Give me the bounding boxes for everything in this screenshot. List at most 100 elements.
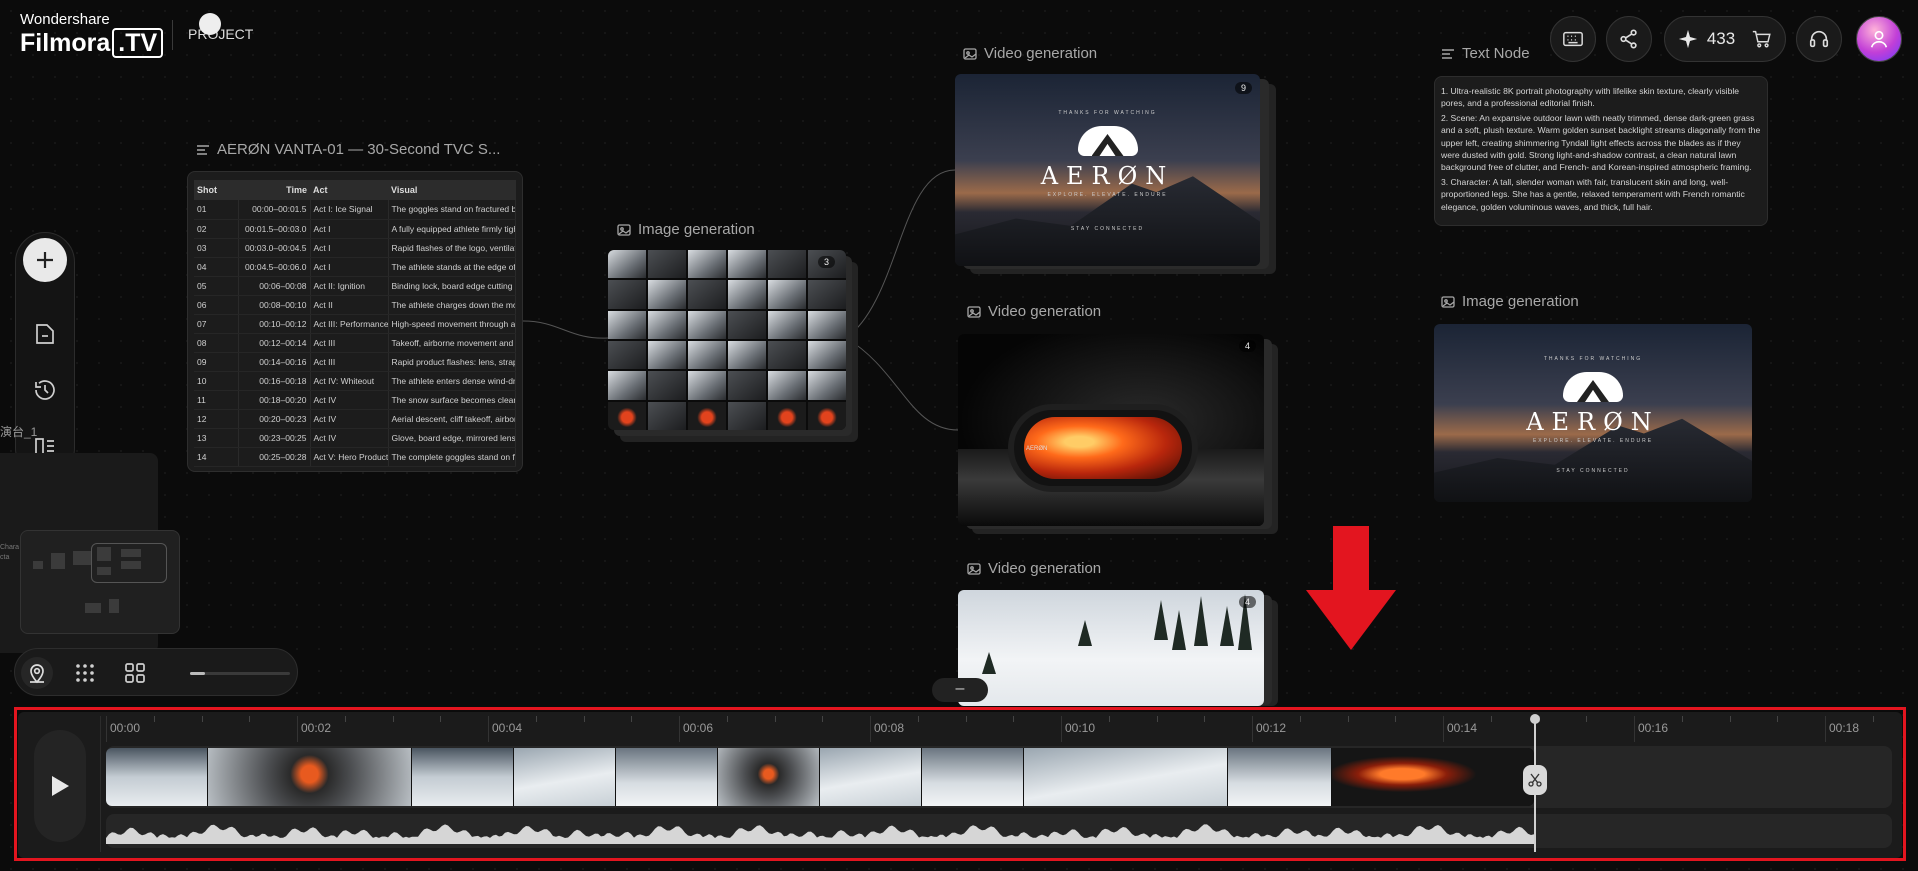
video-node-1-title[interactable]: Video generation bbox=[963, 45, 1097, 62]
table-cell: 00:23–00:25 bbox=[238, 428, 311, 448]
video-count-badge-2: 4 bbox=[1238, 340, 1256, 352]
image-grid-tile[interactable] bbox=[808, 280, 846, 309]
image-grid-tile[interactable] bbox=[808, 401, 846, 430]
table-row[interactable]: 03 00:03.0–00:04.5 Act I Rapid flashes of t… bbox=[194, 238, 516, 258]
image-grid-tile[interactable] bbox=[768, 401, 806, 430]
table-cell: Act III bbox=[310, 352, 389, 372]
table-cell: 05 bbox=[194, 276, 239, 296]
video-thumbnail-1[interactable]: THANKS FOR WATCHING AERØN EXPLORE. ELEVA… bbox=[955, 74, 1260, 266]
image-grid-tile[interactable] bbox=[608, 250, 646, 279]
image-grid-tile[interactable] bbox=[808, 310, 846, 339]
image-grid-tile[interactable] bbox=[768, 280, 806, 309]
table-cell: 00:04.5–00:06.0 bbox=[238, 257, 311, 277]
table-row[interactable]: 06 00:08–00:10 Act II The athlete charges d… bbox=[194, 295, 516, 315]
table-cell: 01 bbox=[194, 200, 239, 220]
table-cell: Rapid product flashes: lens, strap lo bbox=[388, 352, 516, 372]
image-grid-tile[interactable] bbox=[728, 250, 766, 279]
table-row[interactable]: 04 00:04.5–00:06.0 Act I The athlete stands… bbox=[194, 257, 516, 277]
image-grid-tile[interactable] bbox=[768, 250, 806, 279]
image-icon bbox=[1441, 295, 1455, 308]
table-node-title[interactable]: AERØN VANTA-01 — 30-Second TVC S... bbox=[196, 141, 500, 158]
image-grid-tile[interactable] bbox=[728, 310, 766, 339]
table-row[interactable]: 07 00:10–00:12 Act III: Performance High-sp… bbox=[194, 314, 516, 334]
text-node[interactable]: 1. Ultra-realistic 8K portrait photograp… bbox=[1434, 76, 1768, 226]
image-grid-tile[interactable] bbox=[648, 341, 686, 370]
table-cell: 08 bbox=[194, 333, 239, 353]
video-thumbnail-3[interactable]: 4 bbox=[958, 590, 1264, 706]
table-cell: 00:08–00:10 bbox=[238, 295, 311, 315]
image-grid-tile[interactable] bbox=[808, 371, 846, 400]
image-grid-tile[interactable] bbox=[768, 371, 806, 400]
image-grid-tile[interactable] bbox=[688, 280, 726, 309]
aeron-wordmark: AERØN bbox=[1040, 162, 1175, 190]
video-thumbnail-2[interactable]: AERØN 4 bbox=[958, 334, 1264, 526]
image-grid-tile[interactable] bbox=[728, 341, 766, 370]
timeline-collapse-button[interactable]: – bbox=[932, 678, 988, 702]
video-node-2-title[interactable]: Video generation bbox=[967, 303, 1101, 320]
table-cell: The complete goggles stand on fra bbox=[388, 447, 516, 467]
image-thumbnail-2[interactable]: THANKS FOR WATCHING AERØN EXPLORE. ELEVA… bbox=[1434, 324, 1752, 502]
table-cell: 00:03.0–00:04.5 bbox=[238, 238, 311, 258]
image-grid-tile[interactable] bbox=[608, 280, 646, 309]
image-grid-tile[interactable] bbox=[608, 310, 646, 339]
table-cell: 00:25–00:28 bbox=[238, 447, 311, 467]
image-grid-tile[interactable] bbox=[688, 401, 726, 430]
table-cell: Rapid flashes of the logo, ventilatio bbox=[388, 238, 516, 258]
image-grid-tile[interactable] bbox=[808, 341, 846, 370]
video-node-3-title[interactable]: Video generation bbox=[967, 560, 1101, 577]
image-grid-tile[interactable] bbox=[688, 250, 726, 279]
image-icon bbox=[617, 223, 631, 236]
image-grid-tile[interactable] bbox=[648, 280, 686, 309]
table-node[interactable]: Shot Time Act Visual 01 00:00–00:01.5 Act I: … bbox=[187, 171, 523, 472]
text-icon bbox=[1442, 48, 1454, 59]
table-cell: 06 bbox=[194, 295, 239, 315]
image-node-2-title[interactable]: Image generation bbox=[1441, 293, 1579, 310]
image-grid-tile[interactable] bbox=[648, 310, 686, 339]
table-row[interactable]: 10 00:16–00:18 Act IV: Whiteout The athlete… bbox=[194, 371, 516, 391]
table-cell: Act IV bbox=[310, 409, 389, 429]
table-cell: 02 bbox=[194, 219, 239, 239]
image-grid-tile[interactable] bbox=[648, 401, 686, 430]
image-grid-tile[interactable] bbox=[768, 341, 806, 370]
image-grid-tile[interactable] bbox=[728, 401, 766, 430]
image-grid-tile[interactable] bbox=[608, 401, 646, 430]
image-grid-tile[interactable] bbox=[608, 341, 646, 370]
table-cell: 11 bbox=[194, 390, 239, 410]
table-row[interactable]: 08 00:12–00:14 Act III Takeoff, airborne mo… bbox=[194, 333, 516, 353]
table-cell: 07 bbox=[194, 314, 239, 334]
table-cell: The athlete charges down the mou bbox=[388, 295, 516, 315]
table-cell: 13 bbox=[194, 428, 239, 448]
table-row[interactable]: 02 00:01.5–00:03.0 Act IA fully equipped a… bbox=[194, 219, 516, 239]
image-grid-tile[interactable] bbox=[728, 371, 766, 400]
table-row[interactable]: 05 00:06–00:08 Act II: Ignition Binding loc… bbox=[194, 276, 516, 296]
table-cell: A fully equipped athlete firmly tight bbox=[388, 219, 516, 239]
image-grid-tile[interactable] bbox=[648, 371, 686, 400]
table-cell: Act V: Hero Product bbox=[310, 447, 389, 467]
table-row[interactable]: 12 00:20–00:23 Act IV Aerial descent, cliff… bbox=[194, 409, 516, 429]
table-row[interactable]: 01 00:00–00:01.5 Act I: Ice Signal The gogg… bbox=[194, 200, 516, 220]
table-cell: 00:14–00:16 bbox=[238, 352, 311, 372]
table-row[interactable]: 11 00:18–00:20 Act IV The snow surface beco… bbox=[194, 390, 516, 410]
image-grid-tile[interactable] bbox=[688, 310, 726, 339]
table-cell: Act III bbox=[310, 333, 389, 353]
table-cell: Act I: Ice Signal bbox=[310, 200, 389, 220]
image-grid-tile[interactable] bbox=[608, 371, 646, 400]
table-row[interactable]: 09 00:14–00:16 Act III Rapid product flashe… bbox=[194, 352, 516, 372]
table-cell: Act IV bbox=[310, 428, 389, 448]
table-cell: 10 bbox=[194, 371, 239, 391]
annotation-highlight-box bbox=[14, 707, 1906, 861]
text-node-title[interactable]: Text Node bbox=[1441, 45, 1530, 62]
image-grid-tile[interactable] bbox=[688, 341, 726, 370]
image-grid-tile[interactable] bbox=[688, 371, 726, 400]
table-cell: 04 bbox=[194, 257, 239, 277]
video-icon bbox=[963, 47, 977, 60]
image-grid-tile[interactable] bbox=[728, 280, 766, 309]
table-cell: 00:16–00:18 bbox=[238, 371, 311, 391]
table-row[interactable]: 14 00:25–00:28 Act V: Hero Product The comp… bbox=[194, 447, 516, 467]
image-node-1-title[interactable]: Image generation bbox=[617, 221, 755, 238]
image-grid[interactable] bbox=[608, 250, 846, 430]
image-grid-tile[interactable] bbox=[648, 250, 686, 279]
table-cell: 00:10–00:12 bbox=[238, 314, 311, 334]
image-grid-tile[interactable] bbox=[768, 310, 806, 339]
table-row[interactable]: 13 00:23–00:25 Act IV Glove, board edge, mi… bbox=[194, 428, 516, 448]
